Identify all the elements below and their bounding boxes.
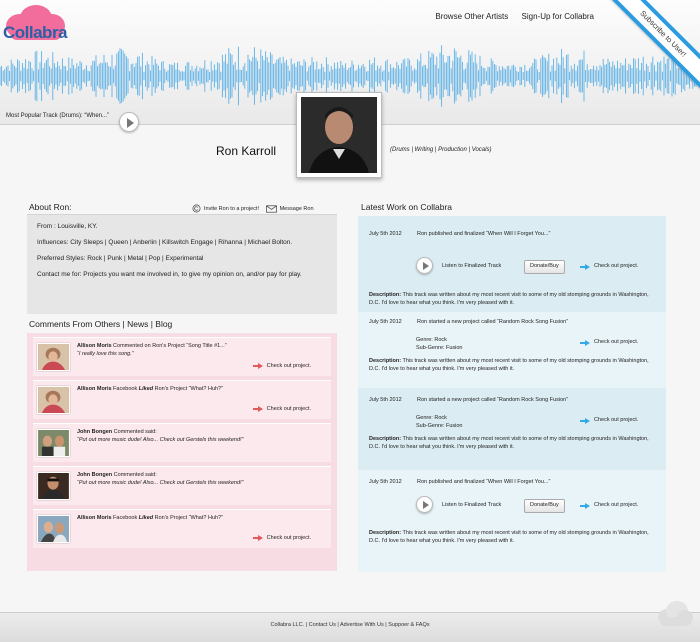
- play-track-button[interactable]: [416, 257, 433, 274]
- arrow-right-icon: [580, 339, 590, 346]
- footer: Collabra LLC. | Contact Us | Advertise W…: [0, 612, 700, 642]
- check-out-project-link[interactable]: Check out project.: [580, 263, 638, 271]
- work-item: July 5th 2012 Ron started a new project …: [358, 388, 666, 470]
- latest-title: Latest Work on Collabra: [361, 202, 453, 212]
- person-photo-icon: [38, 516, 69, 542]
- work-item: July 5th 2012 Ron started a new project …: [358, 312, 666, 388]
- envelope-icon: [265, 205, 277, 213]
- contact-link[interactable]: Contact Us: [309, 622, 336, 628]
- about-title: About Ron:: [29, 202, 72, 212]
- work-description: Description: This track was written abou…: [369, 436, 649, 450]
- check-out-project-link[interactable]: Check out project.: [252, 363, 311, 371]
- listen-label: Listen to Finalized Track: [442, 502, 502, 508]
- comment-item: Allison Moris Facebook Liked Ron's Proje…: [33, 380, 331, 419]
- work-headline: Ron published and finalized “When Will I…: [417, 231, 551, 237]
- person-photo-icon: [38, 387, 69, 413]
- work-date: July 5th 2012: [369, 231, 402, 237]
- comment-quote: “Put out more music dude! Also... Check …: [77, 479, 244, 486]
- person-photo-icon: [38, 473, 69, 499]
- copyright-circle-icon: [192, 204, 201, 213]
- work-headline: Ron started a new project called “Random…: [417, 397, 569, 403]
- check-out-project-link[interactable]: Check out project.: [580, 339, 638, 347]
- donate-buy-button[interactable]: Donate/Buy: [524, 260, 565, 274]
- comment-item: John Bongen Commented said: “Put out mor…: [33, 466, 331, 505]
- comment-quote: “I really love this song.”: [77, 350, 134, 357]
- comment-item: John Bongen Commented said: “Put out mor…: [33, 423, 331, 462]
- comment-quote: “Put out more music dude! Also... Check …: [77, 436, 244, 443]
- comments-panel: Allison Moris Commented on Ron's Project…: [27, 333, 337, 571]
- work-description: Description: This track was written abou…: [369, 292, 649, 306]
- support-link[interactable]: Suppoer & FAQs: [388, 622, 429, 628]
- john-avatar: [37, 472, 70, 500]
- arrow-right-icon: [580, 502, 590, 509]
- work-description: Description: This track was written abou…: [369, 358, 649, 372]
- message-button[interactable]: Message Ron: [265, 205, 314, 213]
- signup-link[interactable]: Sign-Up for Collabra: [522, 12, 594, 21]
- about-styles: Preferred Styles: Rock | Punk | Metal | …: [37, 255, 204, 262]
- play-popular-track-button[interactable]: [119, 112, 139, 132]
- comments-title: Comments From Others | News | Blog: [29, 319, 173, 329]
- work-item: July 5th 2012 Ron published and finalize…: [358, 470, 666, 572]
- comment-item: Allison Moris Facebook Liked Ron's Proje…: [33, 509, 331, 548]
- allison-avatar: [37, 343, 70, 371]
- work-headline: Ron started a new project called “Random…: [417, 319, 569, 325]
- arrow-right-icon: [580, 263, 590, 270]
- about-from: From : Louisville, KY.: [37, 223, 98, 230]
- profile-roles: (Drums | Writing | Production | Vocals): [390, 147, 492, 153]
- work-date: July 5th 2012: [369, 319, 402, 325]
- allison-avatar: [37, 515, 70, 543]
- invite-button[interactable]: Invite Ron to a project!: [192, 204, 259, 213]
- about-box: From : Louisville, KY. Influences: City …: [27, 214, 337, 314]
- check-out-project-link[interactable]: Check out project.: [580, 417, 638, 425]
- work-genre: Genre: Rock Sub-Genre: Fusion: [416, 415, 463, 429]
- work-headline: Ron published and finalized “When Will I…: [417, 479, 551, 485]
- latest-work-panel: July 5th 2012 Ron published and finalize…: [358, 216, 666, 572]
- work-date: July 5th 2012: [369, 479, 402, 485]
- allison-avatar: [37, 386, 70, 414]
- profile-name: Ron Karroll: [216, 144, 277, 158]
- comment-item: Allison Moris Commented on Ron's Project…: [33, 337, 331, 376]
- most-popular-track-label: Most Popular Track (Drums): “When...”: [6, 113, 110, 119]
- about-contact: Contact me for: Projects you want me inv…: [37, 271, 302, 278]
- arrow-right-icon: [252, 363, 263, 370]
- arrow-right-icon: [252, 406, 263, 413]
- check-out-project-link[interactable]: Check out project.: [580, 502, 638, 510]
- arrow-right-icon: [580, 417, 590, 424]
- check-out-project-link[interactable]: Check out project.: [252, 535, 311, 543]
- arrow-right-icon: [252, 535, 263, 542]
- play-track-button[interactable]: [416, 496, 433, 513]
- top-nav: Browse Other Artists Sign-Up for Collabr…: [424, 12, 594, 21]
- person-photo-icon: [38, 344, 69, 370]
- cloud-icon: [658, 601, 693, 626]
- work-genre: Genre: Rock Sub-Genre: Fusion: [416, 337, 463, 351]
- about-influences: Influences: City Sleeps | Queen | Anberl…: [37, 239, 293, 246]
- browse-artists-link[interactable]: Browse Other Artists: [435, 12, 508, 21]
- listen-label: Listen to Finalized Track: [442, 263, 502, 269]
- person-photo-icon: [38, 430, 69, 456]
- work-description: Description: This track was written abou…: [369, 530, 649, 544]
- person-photo-icon: [301, 97, 377, 173]
- work-item: July 5th 2012 Ron published and finalize…: [358, 222, 666, 312]
- footer-company: Collabra LLC.: [270, 622, 305, 628]
- profile-avatar: [296, 92, 382, 178]
- advertise-link[interactable]: Advertise With Us: [340, 622, 384, 628]
- work-date: July 5th 2012: [369, 397, 402, 403]
- donate-buy-button[interactable]: Donate/Buy: [524, 499, 565, 513]
- john-avatar: [37, 429, 70, 457]
- check-out-project-link[interactable]: Check out project.: [252, 406, 311, 414]
